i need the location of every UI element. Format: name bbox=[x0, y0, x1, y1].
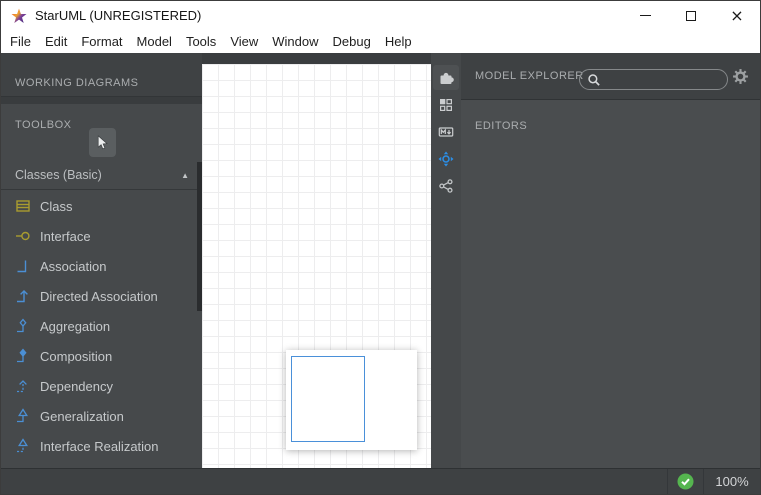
right-panel: MODEL EXPLORER bbox=[461, 53, 760, 468]
toolbox-item-interface[interactable]: Interface bbox=[1, 221, 202, 251]
focus-crosshair-icon bbox=[438, 151, 454, 167]
class-icon bbox=[15, 198, 31, 214]
menu-view[interactable]: View bbox=[223, 32, 265, 51]
minimize-button[interactable] bbox=[622, 1, 668, 30]
collapse-arrow-icon: ▲ bbox=[181, 171, 189, 180]
working-diagrams-label: WORKING DIAGRAMS bbox=[15, 77, 139, 89]
aggregation-icon bbox=[15, 318, 31, 334]
select-tool-button[interactable] bbox=[89, 128, 116, 157]
association-icon bbox=[15, 258, 31, 274]
statusbar: 100% bbox=[1, 468, 760, 494]
toolbox-label: TOOLBOX bbox=[15, 119, 71, 131]
extensions-button[interactable] bbox=[433, 65, 459, 90]
toolbox-item-dependency[interactable]: Dependency bbox=[1, 371, 202, 401]
search-icon bbox=[587, 73, 601, 87]
toolbox-item-class[interactable]: Class bbox=[1, 191, 202, 221]
cursor-arrow-icon bbox=[96, 135, 109, 150]
editors-label: EDITORS bbox=[475, 120, 527, 132]
main-area: WORKING DIAGRAMS TOOLBOX Classes (Basic)… bbox=[1, 53, 760, 468]
menu-debug[interactable]: Debug bbox=[326, 32, 378, 51]
markdown-icon bbox=[438, 124, 454, 140]
toolbox-list: Class Interface Association bbox=[1, 191, 202, 461]
model-explorer-settings-button[interactable] bbox=[731, 68, 749, 86]
extensions-puzzle-icon bbox=[438, 70, 454, 86]
menu-window[interactable]: Window bbox=[265, 32, 325, 51]
tool-label: Aggregation bbox=[40, 319, 110, 334]
toolbox-item-association[interactable]: Association bbox=[1, 251, 202, 281]
menu-tools[interactable]: Tools bbox=[179, 32, 223, 51]
toolbox-section-label: Classes (Basic) bbox=[15, 168, 102, 182]
directed-association-icon bbox=[15, 288, 31, 304]
markdown-editor-button[interactable] bbox=[433, 119, 459, 144]
tool-label: Composition bbox=[40, 349, 112, 364]
toolbox-item-interface-realization[interactable]: Interface Realization bbox=[1, 431, 202, 461]
diagram-canvas[interactable] bbox=[202, 64, 431, 468]
menu-format[interactable]: Format bbox=[74, 32, 129, 51]
relations-share-icon bbox=[438, 178, 454, 194]
staruml-window: StarUML (UNREGISTERED) × File Edit Forma… bbox=[0, 0, 761, 495]
maximize-icon bbox=[686, 11, 696, 21]
editors-panel: EDITORS bbox=[461, 100, 760, 134]
menu-edit[interactable]: Edit bbox=[38, 32, 74, 51]
tool-label: Association bbox=[40, 259, 106, 274]
diagram-shape-rectangle[interactable] bbox=[291, 356, 365, 442]
middle-toolbar bbox=[431, 53, 461, 468]
menubar: File Edit Format Model Tools View Window… bbox=[1, 30, 760, 53]
menu-file[interactable]: File bbox=[3, 32, 38, 51]
close-icon: × bbox=[730, 8, 743, 24]
diagram-preview-card bbox=[286, 350, 417, 450]
menu-help[interactable]: Help bbox=[378, 32, 419, 51]
left-sidebar: WORKING DIAGRAMS TOOLBOX Classes (Basic)… bbox=[1, 53, 202, 468]
titlebar: StarUML (UNREGISTERED) × bbox=[1, 1, 760, 30]
close-button[interactable]: × bbox=[714, 1, 760, 30]
toolbox-item-composition[interactable]: Composition bbox=[1, 341, 202, 371]
model-explorer-search[interactable] bbox=[579, 69, 728, 90]
model-explorer-label: MODEL EXPLORER bbox=[475, 70, 584, 82]
dependency-icon bbox=[15, 378, 31, 394]
validation-status-button[interactable] bbox=[667, 469, 703, 494]
working-diagrams-button[interactable] bbox=[433, 92, 459, 117]
tool-label: Interface Realization bbox=[40, 439, 159, 454]
focus-element-button[interactable] bbox=[433, 146, 459, 171]
working-diagrams-grid-icon bbox=[438, 97, 454, 113]
model-explorer-header: MODEL EXPLORER bbox=[461, 53, 760, 100]
toolbox-item-aggregation[interactable]: Aggregation bbox=[1, 311, 202, 341]
minimize-icon bbox=[640, 15, 651, 16]
toolbox-section-classes-basic[interactable]: Classes (Basic) ▲ bbox=[1, 161, 202, 190]
tool-label: Interface bbox=[40, 229, 91, 244]
model-explorer-search-input[interactable] bbox=[606, 71, 727, 88]
panel-divider bbox=[1, 97, 202, 104]
working-diagrams-header[interactable]: WORKING DIAGRAMS bbox=[1, 53, 202, 97]
tool-label: Class bbox=[40, 199, 73, 214]
menu-model[interactable]: Model bbox=[130, 32, 179, 51]
window-controls: × bbox=[622, 1, 760, 30]
maximize-button[interactable] bbox=[668, 1, 714, 30]
relations-button[interactable] bbox=[433, 173, 459, 198]
tool-label: Dependency bbox=[40, 379, 113, 394]
toolbox-item-generalization[interactable]: Generalization bbox=[1, 401, 202, 431]
zoom-level-indicator[interactable]: 100% bbox=[703, 469, 760, 494]
interface-icon bbox=[15, 228, 31, 244]
generalization-icon bbox=[15, 408, 31, 424]
tool-label: Directed Association bbox=[40, 289, 158, 304]
staruml-logo-icon bbox=[11, 8, 27, 24]
interface-realization-icon bbox=[15, 438, 31, 454]
window-title: StarUML (UNREGISTERED) bbox=[35, 8, 201, 23]
gear-icon bbox=[732, 68, 749, 85]
composition-icon bbox=[15, 348, 31, 364]
check-circle-icon bbox=[677, 473, 694, 490]
toolbox-item-directed-association[interactable]: Directed Association bbox=[1, 281, 202, 311]
tool-label: Generalization bbox=[40, 409, 124, 424]
